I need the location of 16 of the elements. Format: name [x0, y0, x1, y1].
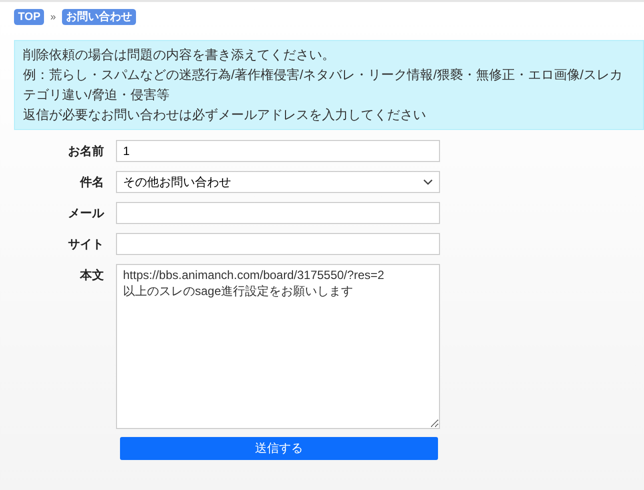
message-field[interactable]: https://bbs.animanch.com/board/3175550/?res=2 以上のスレのsage進行設定をお願いします — [116, 264, 440, 429]
submit-button[interactable]: 送信する — [120, 436, 438, 460]
caret-icon — [423, 179, 433, 185]
notice-text: 返信が必要なお問い合わせは必ずメールアドレスを入力してください — [23, 106, 427, 124]
field-label: サイト — [67, 236, 105, 253]
breadcrumb-separator: » — [50, 10, 56, 24]
text-field[interactable]: 1 — [116, 140, 440, 162]
notice-text: 削除依頼の場合は問題の内容を書き添えてください。 — [23, 46, 336, 64]
notice-text: 例：荒らし・スパムなどの迷惑行為/著作権侵害/ネタバレ・リーク情報/猥褻・無修正・エロ画像/スレカテゴリ違い/脅迫・侵害等 — [23, 66, 624, 104]
text-field[interactable] — [116, 233, 440, 255]
field-label: お名前 — [67, 143, 105, 160]
field-label: メール — [67, 205, 106, 222]
field-label: 本文 — [78, 267, 105, 284]
field-label: 件名 — [78, 174, 105, 191]
subject-dropdown[interactable]: その他お問い合わせ — [116, 171, 440, 193]
text-field[interactable] — [116, 202, 440, 224]
